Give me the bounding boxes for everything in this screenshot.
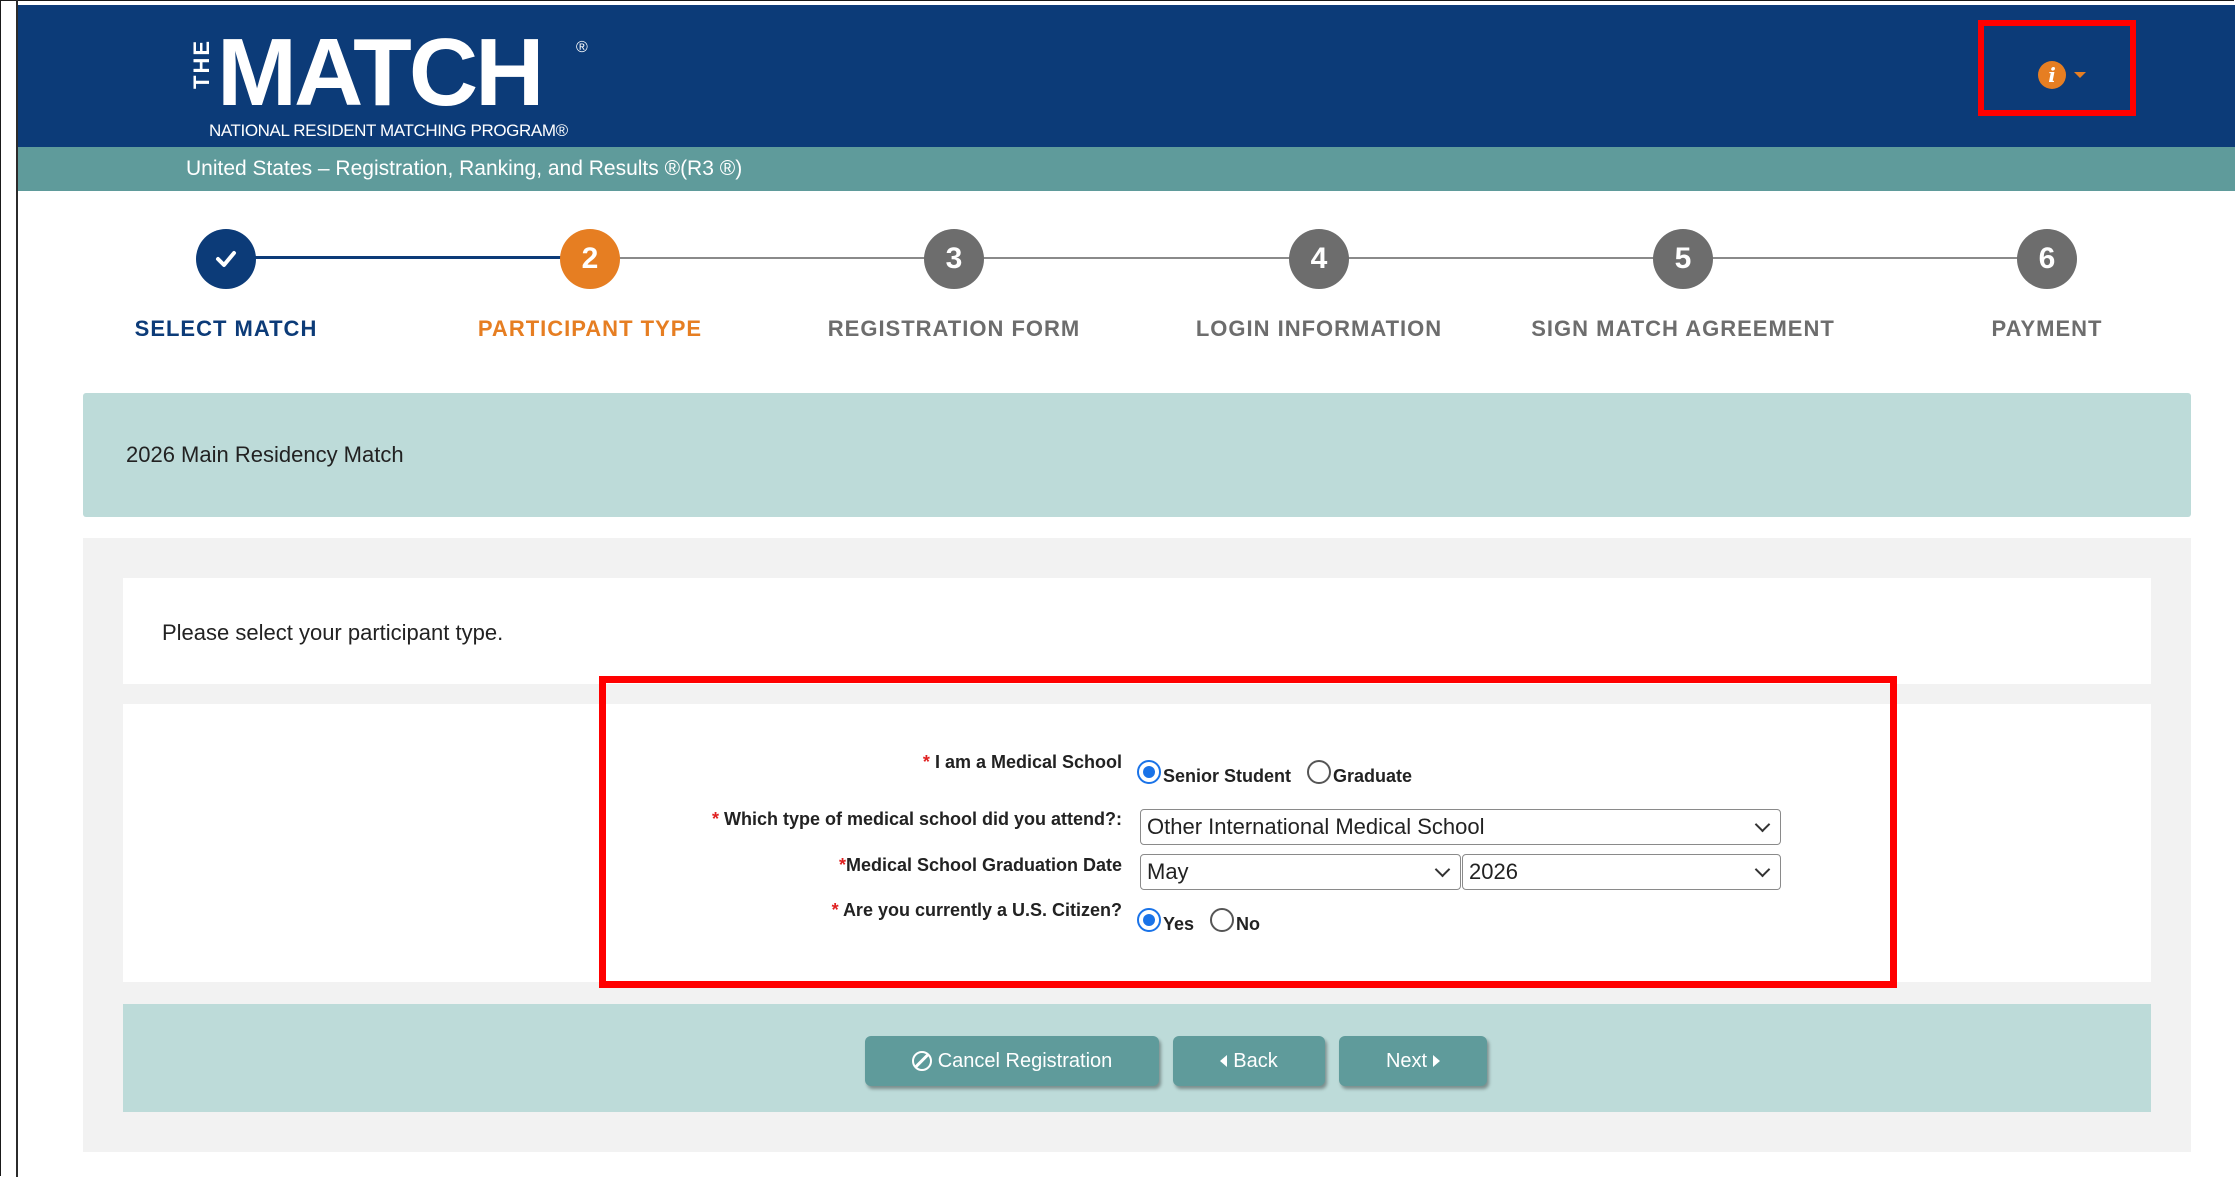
- cancel-registration-label: Cancel Registration: [937, 1049, 1113, 1072]
- step-connector-4: [1319, 257, 1683, 259]
- match-name: 2026 Main Residency Match: [126, 442, 404, 467]
- step-6-label: PAYMENT: [1991, 316, 2103, 341]
- step-1-label: SELECT MATCH: [134, 316, 318, 341]
- step-3-circle: 3: [924, 229, 984, 289]
- info-circle-icon: i: [2038, 61, 2066, 89]
- logo-registered-mark: ®: [576, 39, 588, 56]
- cancel-registration-button[interactable]: Cancel Registration: [865, 1036, 1159, 1086]
- step-5-label: SIGN MATCH AGREEMENT: [1531, 316, 1835, 341]
- step-connector-5: [1683, 257, 2047, 259]
- step-5-circle: 5: [1653, 229, 1713, 289]
- button-bar: Cancel Registration Back Next: [123, 1004, 2151, 1112]
- caret-right-icon: [1433, 1055, 1441, 1067]
- logo-subtitle: NATIONAL RESIDENT MATCHING PROGRAM®: [209, 121, 568, 140]
- step-connector-3: [954, 257, 1319, 259]
- subheader-text: United States – Registration, Ranking, a…: [186, 157, 743, 180]
- step-4-circle: 4: [1289, 229, 1349, 289]
- caret-left-icon: [1220, 1055, 1228, 1067]
- step-6-circle: 6: [2017, 229, 2077, 289]
- subheader-bar: United States – Registration, Ranking, a…: [18, 147, 2235, 191]
- step-1-circle: [196, 229, 256, 289]
- step-2-circle: 2: [560, 229, 620, 289]
- prompt-text: Please select your participant type.: [162, 620, 504, 645]
- info-menu-button[interactable]: i: [2038, 58, 2098, 92]
- form-highlight-frame: [599, 676, 1897, 988]
- step-connector-1: [226, 256, 590, 259]
- ban-icon: [911, 1051, 932, 1071]
- step-2-label: PARTICIPANT TYPE: [477, 316, 703, 341]
- next-button[interactable]: Next: [1339, 1036, 1487, 1086]
- prompt-panel: Please select your participant type.: [123, 578, 2151, 684]
- back-button[interactable]: Back: [1173, 1036, 1325, 1086]
- app-header: THE MATCH ® NATIONAL RESIDENT MATCHING P…: [18, 5, 2235, 147]
- match-banner: 2026 Main Residency Match: [83, 393, 2191, 517]
- step-connector-2: [590, 257, 954, 259]
- logo-the-text: THE: [189, 39, 214, 89]
- back-label: Back: [1233, 1049, 1278, 1072]
- next-label: Next: [1385, 1049, 1428, 1072]
- logo-match-text: MATCH: [217, 19, 544, 126]
- step-3-label: REGISTRATION FORM: [827, 316, 1081, 341]
- check-icon: [216, 251, 236, 267]
- match-logo[interactable]: THE MATCH ® NATIONAL RESIDENT MATCHING P…: [189, 25, 611, 143]
- step-4-label: LOGIN INFORMATION: [1195, 316, 1443, 341]
- caret-down-icon: [2074, 72, 2086, 78]
